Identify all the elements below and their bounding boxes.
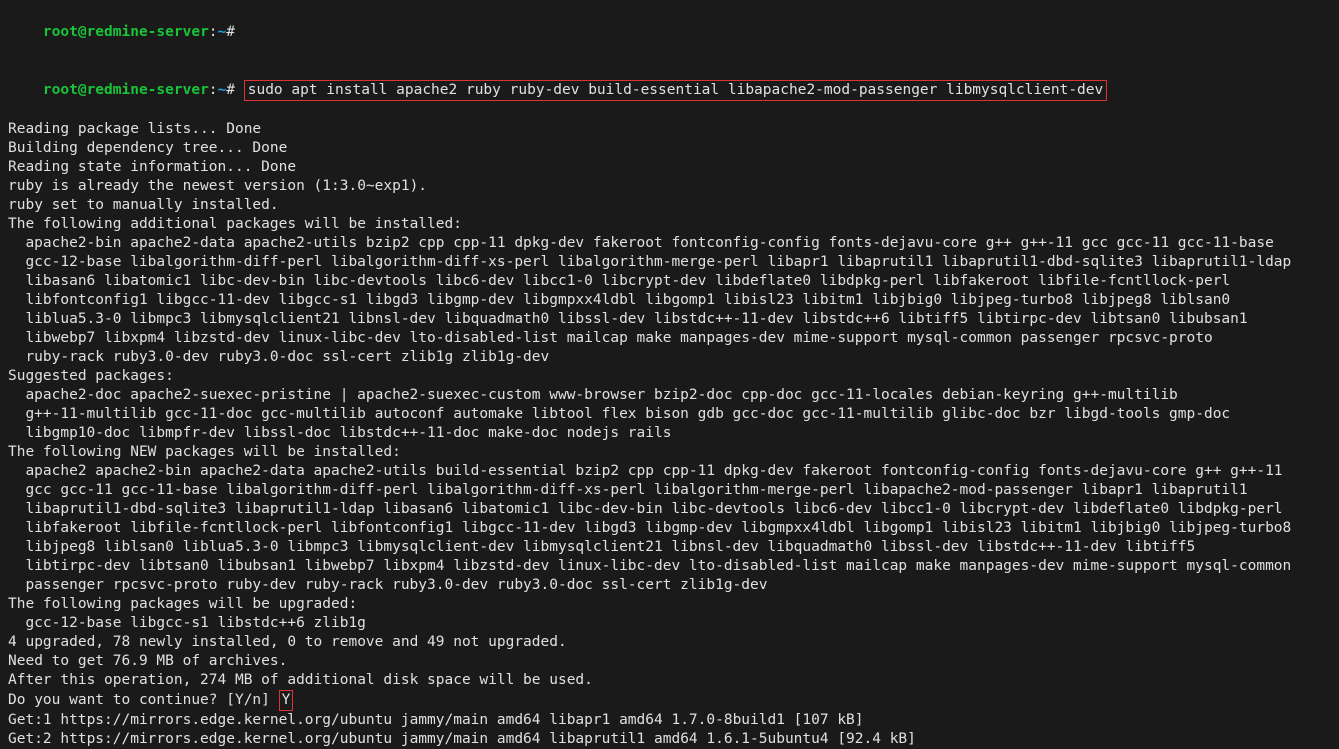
package-list: libgmp10-doc libmpfr-dev libssl-doc libs… <box>8 424 1331 443</box>
prompt-user: root <box>43 24 78 40</box>
output-line: Get:1 https://mirrors.edge.kernel.org/ub… <box>8 711 1331 730</box>
package-list: libfontconfig1 libgcc-11-dev libgcc-s1 l… <box>8 291 1331 310</box>
output-line: Reading state information... Done <box>8 158 1331 177</box>
package-list: libjpeg8 liblsan0 liblua5.3-0 libmpc3 li… <box>8 538 1331 557</box>
continue-prompt: Do you want to continue? [Y/n] Y <box>8 690 1331 711</box>
output-line: Building dependency tree... Done <box>8 139 1331 158</box>
output-line: ruby is already the newest version (1:3.… <box>8 177 1331 196</box>
package-list: ruby-rack ruby3.0-dev ruby3.0-doc ssl-ce… <box>8 348 1331 367</box>
package-list: libtirpc-dev libtsan0 libubsan1 libwebp7… <box>8 557 1331 576</box>
package-list: apache2-bin apache2-data apache2-utils b… <box>8 234 1331 253</box>
output-line: Reading package lists... Done <box>8 120 1331 139</box>
highlighted-command: sudo apt install apache2 ruby ruby-dev b… <box>244 80 1108 101</box>
prompt-path: ~ <box>218 24 227 40</box>
package-list: g++-11-multilib gcc-11-doc gcc-multilib … <box>8 405 1331 424</box>
package-list: libasan6 libatomic1 libc-dev-bin libc-de… <box>8 272 1331 291</box>
output-line: 4 upgraded, 78 newly installed, 0 to rem… <box>8 633 1331 652</box>
package-list: liblua5.3-0 libmpc3 libmysqlclient21 lib… <box>8 310 1331 329</box>
package-list: passenger rpcsvc-proto ruby-dev ruby-rac… <box>8 576 1331 595</box>
prompt-line-command: root@redmine-server:~# sudo apt install … <box>8 61 1331 120</box>
highlighted-answer: Y <box>279 690 294 711</box>
package-list: apache2 apache2-bin apache2-data apache2… <box>8 462 1331 481</box>
output-line: Get:2 https://mirrors.edge.kernel.org/ub… <box>8 730 1331 749</box>
output-line: The following additional packages will b… <box>8 215 1331 234</box>
prompt-line-empty: root@redmine-server:~# <box>8 4 1331 61</box>
package-list: gcc-12-base libalgorithm-diff-perl libal… <box>8 253 1331 272</box>
package-list: apache2-doc apache2-suexec-pristine | ap… <box>8 386 1331 405</box>
terminal[interactable]: root@redmine-server:~# root@redmine-serv… <box>8 4 1331 749</box>
package-list: libfakeroot libfile-fcntllock-perl libfo… <box>8 519 1331 538</box>
output-line: ruby set to manually installed. <box>8 196 1331 215</box>
package-list: libaprutil1-dbd-sqlite3 libaprutil1-ldap… <box>8 500 1331 519</box>
output-line: Suggested packages: <box>8 367 1331 386</box>
package-list: gcc-12-base libgcc-s1 libstdc++6 zlib1g <box>8 614 1331 633</box>
output-line: The following packages will be upgraded: <box>8 595 1331 614</box>
output-line: The following NEW packages will be insta… <box>8 443 1331 462</box>
output-line: After this operation, 274 MB of addition… <box>8 671 1331 690</box>
package-list: gcc gcc-11 gcc-11-base libalgorithm-diff… <box>8 481 1331 500</box>
prompt-host: redmine-server <box>87 24 209 40</box>
package-list: libwebp7 libxpm4 libzstd-dev linux-libc-… <box>8 329 1331 348</box>
